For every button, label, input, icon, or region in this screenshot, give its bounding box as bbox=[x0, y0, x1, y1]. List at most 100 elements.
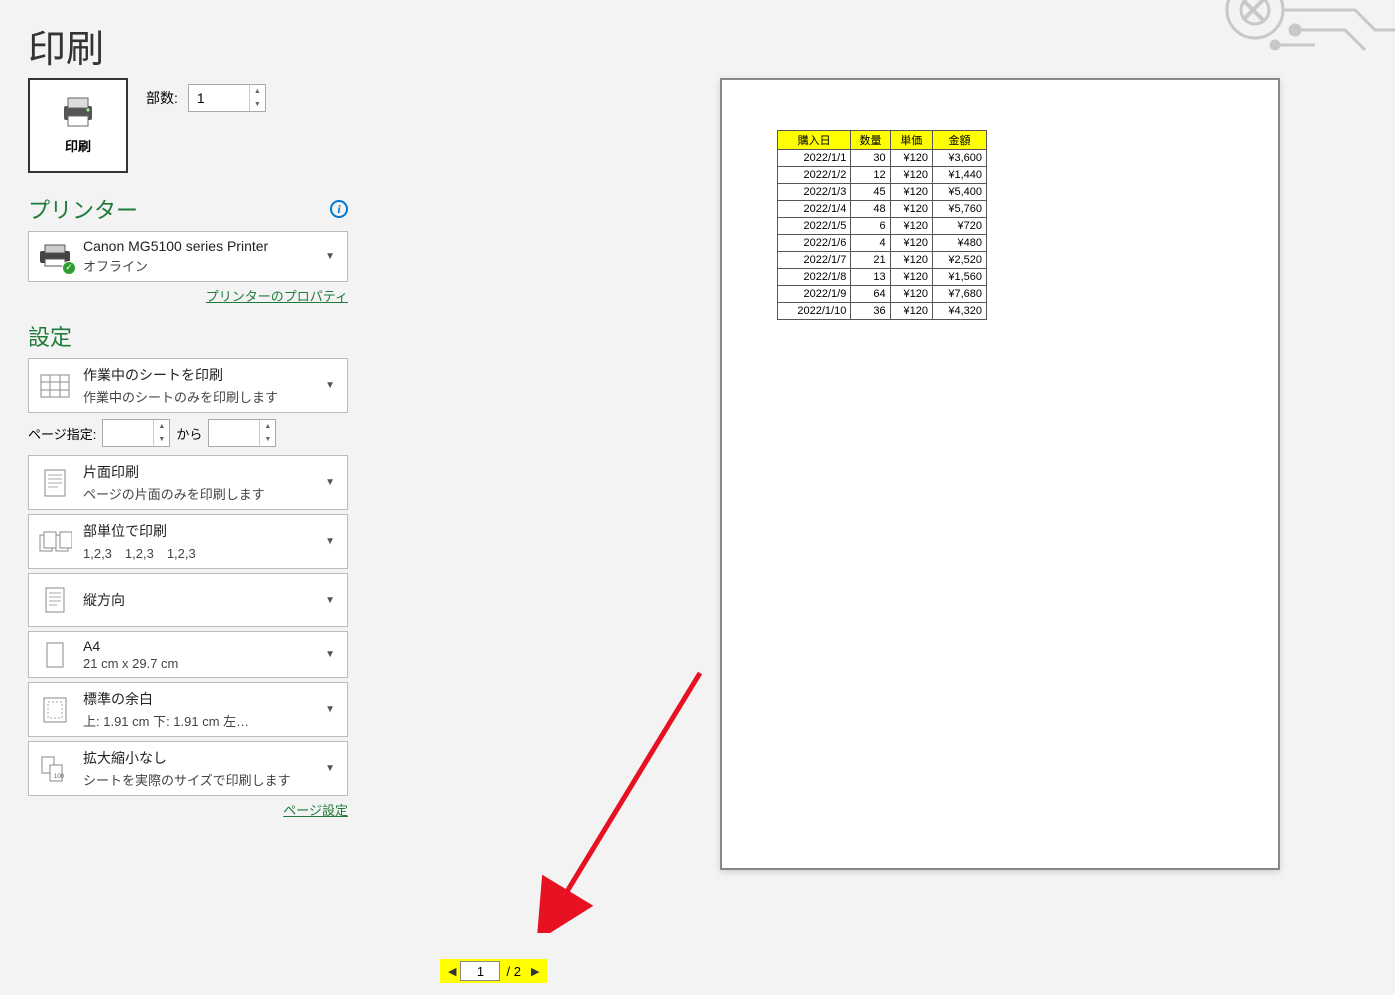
collate-select[interactable]: 部単位で印刷 1,2,3 1,2,3 1,2,3 ▼ bbox=[28, 514, 348, 569]
page-to-input[interactable] bbox=[209, 420, 259, 446]
table-cell: 13 bbox=[851, 269, 890, 286]
page-to-spinner[interactable]: ▲▼ bbox=[208, 419, 276, 447]
page-range-to-label: から bbox=[176, 424, 202, 443]
duplex-secondary: ページの片面のみを印刷します bbox=[83, 484, 311, 503]
table-cell: ¥5,400 bbox=[932, 184, 986, 201]
table-header: 単価 bbox=[890, 131, 932, 150]
up-arrow-icon[interactable]: ▲ bbox=[154, 420, 169, 433]
chevron-down-icon: ▼ bbox=[321, 380, 339, 391]
table-cell: 2022/1/1 bbox=[778, 150, 851, 167]
table-cell: ¥120 bbox=[890, 269, 932, 286]
chevron-down-icon: ▼ bbox=[321, 251, 339, 262]
svg-text:100: 100 bbox=[54, 774, 65, 780]
printer-name: Canon MG5100 series Printer bbox=[83, 238, 311, 254]
table-cell: ¥120 bbox=[890, 252, 932, 269]
table-cell: 2022/1/9 bbox=[778, 286, 851, 303]
margins-primary: 標準の余白 bbox=[83, 689, 311, 709]
scaling-select[interactable]: 100 拡大縮小なし シートを実際のサイズで印刷します ▼ bbox=[28, 741, 348, 796]
table-cell: ¥120 bbox=[890, 201, 932, 218]
status-ready-icon: ✓ bbox=[62, 261, 76, 275]
down-arrow-icon[interactable]: ▼ bbox=[154, 433, 169, 446]
table-cell: 2022/1/4 bbox=[778, 201, 851, 218]
table-row: 2022/1/345¥120¥5,400 bbox=[778, 184, 987, 201]
table-cell: 12 bbox=[851, 167, 890, 184]
table-cell: 2022/1/6 bbox=[778, 235, 851, 252]
print-what-select[interactable]: 作業中のシートを印刷 作業中のシートのみを印刷します ▼ bbox=[28, 358, 348, 413]
paper-icon bbox=[44, 641, 66, 669]
table-cell: 30 bbox=[851, 150, 890, 167]
duplex-select[interactable]: 片面印刷 ページの片面のみを印刷します ▼ bbox=[28, 455, 348, 510]
printer-icon bbox=[58, 96, 98, 128]
sheet-icon bbox=[40, 374, 70, 398]
down-arrow-icon[interactable]: ▼ bbox=[260, 433, 275, 446]
page-from-spinner[interactable]: ▲▼ bbox=[102, 419, 170, 447]
copies-up-arrow[interactable]: ▲ bbox=[250, 85, 265, 98]
printer-properties-link[interactable]: プリンターのプロパティ bbox=[206, 289, 348, 304]
table-cell: ¥1,560 bbox=[932, 269, 986, 286]
table-row: 2022/1/212¥120¥1,440 bbox=[778, 167, 987, 184]
page-from-input[interactable] bbox=[103, 420, 153, 446]
table-row: 2022/1/813¥120¥1,560 bbox=[778, 269, 987, 286]
printer-select[interactable]: ✓ Canon MG5100 series Printer オフライン ▼ bbox=[28, 231, 348, 282]
next-page-button[interactable]: ▶ bbox=[527, 963, 543, 980]
scaling-icon: 100 bbox=[40, 755, 70, 783]
settings-heading: 設定 bbox=[28, 320, 72, 352]
collate-icon bbox=[38, 529, 72, 555]
table-cell: ¥480 bbox=[932, 235, 986, 252]
printer-status: オフライン bbox=[83, 256, 311, 275]
print-what-secondary: 作業中のシートのみを印刷します bbox=[83, 387, 311, 406]
copies-spinner[interactable]: ▲ ▼ bbox=[188, 84, 266, 112]
page-preview: 購入日数量単価金額 2022/1/130¥120¥3,6002022/1/212… bbox=[720, 78, 1280, 870]
table-header: 数量 bbox=[851, 131, 890, 150]
info-icon[interactable]: i bbox=[330, 200, 348, 218]
table-cell: 64 bbox=[851, 286, 890, 303]
table-cell: 45 bbox=[851, 184, 890, 201]
prev-page-button[interactable]: ◀ bbox=[444, 963, 460, 980]
copies-down-arrow[interactable]: ▼ bbox=[250, 98, 265, 111]
scaling-secondary: シートを実際のサイズで印刷します bbox=[83, 770, 311, 789]
table-cell: ¥120 bbox=[890, 303, 932, 320]
table-row: 2022/1/448¥120¥5,760 bbox=[778, 201, 987, 218]
table-cell: 2022/1/7 bbox=[778, 252, 851, 269]
table-cell: 36 bbox=[851, 303, 890, 320]
paper-size-select[interactable]: A4 21 cm x 29.7 cm ▼ bbox=[28, 631, 348, 678]
table-cell: 2022/1/2 bbox=[778, 167, 851, 184]
copies-input[interactable] bbox=[189, 85, 249, 111]
current-page-input[interactable] bbox=[460, 961, 500, 981]
chevron-down-icon: ▼ bbox=[321, 477, 339, 488]
table-cell: ¥2,520 bbox=[932, 252, 986, 269]
table-cell: 4 bbox=[851, 235, 890, 252]
table-row: 2022/1/56¥120¥720 bbox=[778, 218, 987, 235]
print-preview-area: 購入日数量単価金額 2022/1/130¥120¥3,6002022/1/212… bbox=[430, 78, 1375, 955]
annotation-arrow-icon bbox=[530, 653, 730, 933]
table-row: 2022/1/721¥120¥2,520 bbox=[778, 252, 987, 269]
print-button[interactable]: 印刷 bbox=[28, 78, 128, 173]
table-cell: ¥120 bbox=[890, 218, 932, 235]
orientation-primary: 縦方向 bbox=[83, 590, 311, 610]
printer-heading: プリンター bbox=[28, 193, 138, 225]
chevron-down-icon: ▼ bbox=[321, 536, 339, 547]
table-cell: ¥120 bbox=[890, 235, 932, 252]
table-cell: 2022/1/3 bbox=[778, 184, 851, 201]
table-cell: ¥4,320 bbox=[932, 303, 986, 320]
margins-icon bbox=[42, 696, 68, 724]
page-title: 印刷 bbox=[28, 18, 1367, 73]
table-cell: 21 bbox=[851, 252, 890, 269]
table-row: 2022/1/130¥120¥3,600 bbox=[778, 150, 987, 167]
chevron-down-icon: ▼ bbox=[321, 595, 339, 606]
table-row: 2022/1/1036¥120¥4,320 bbox=[778, 303, 987, 320]
table-cell: ¥5,760 bbox=[932, 201, 986, 218]
orientation-select[interactable]: 縦方向 ▼ bbox=[28, 573, 348, 627]
margins-secondary: 上: 1.91 cm 下: 1.91 cm 左… bbox=[83, 711, 311, 730]
page-setup-link[interactable]: ページ設定 bbox=[283, 803, 348, 818]
up-arrow-icon[interactable]: ▲ bbox=[260, 420, 275, 433]
table-cell: ¥120 bbox=[890, 150, 932, 167]
margins-select[interactable]: 標準の余白 上: 1.91 cm 下: 1.91 cm 左… ▼ bbox=[28, 682, 348, 737]
print-button-label: 印刷 bbox=[65, 136, 91, 155]
table-cell: ¥720 bbox=[932, 218, 986, 235]
orientation-portrait-icon bbox=[44, 586, 66, 614]
page-range-label: ページ指定: bbox=[28, 424, 96, 443]
table-row: 2022/1/64¥120¥480 bbox=[778, 235, 987, 252]
chevron-down-icon: ▼ bbox=[321, 649, 339, 660]
table-cell: 2022/1/10 bbox=[778, 303, 851, 320]
